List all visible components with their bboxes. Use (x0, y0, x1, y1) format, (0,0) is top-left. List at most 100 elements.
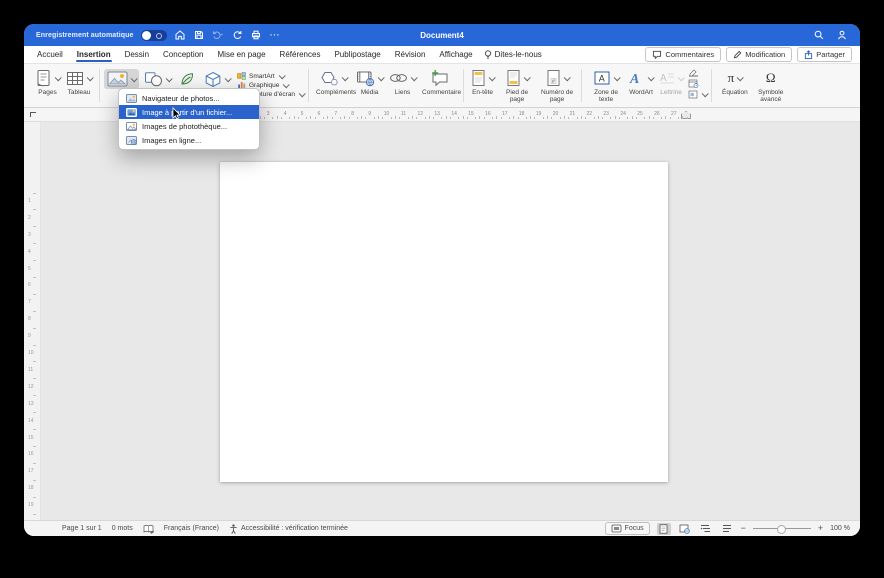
menu-item-picture-from-file[interactable]: Image à partir d'un fichier... (119, 105, 259, 120)
pictures-icon (107, 71, 128, 87)
tab-dessin[interactable]: Dessin (118, 46, 156, 63)
tab-mise-en-page[interactable]: Mise en page (211, 46, 273, 63)
chevron-down-icon (488, 73, 496, 81)
header-button[interactable]: En-tête (468, 66, 497, 107)
signature-line-icon (689, 69, 699, 77)
photo-browser-icon (126, 93, 137, 103)
tab-publipostage[interactable]: Publipostage (327, 46, 387, 63)
more-commands-icon[interactable]: ⋯ (269, 29, 281, 41)
online-pictures-icon (126, 135, 137, 145)
ruler-number: 18 (28, 485, 34, 492)
smartart-button[interactable]: SmartArt (237, 71, 304, 80)
proofing-status-icon[interactable] (143, 524, 154, 534)
pictures-dropdown-menu: Navigateur de photos... Image à partir d… (118, 88, 260, 150)
autosave-toggle[interactable] (140, 29, 167, 41)
stock-images-icon (126, 121, 137, 131)
menu-item-stock-images[interactable]: Images de photothèque... (119, 119, 259, 133)
advanced-symbol-label: Symbole avancé (758, 89, 784, 104)
smartart-icon (237, 72, 246, 80)
wordart-label: WordArt (629, 89, 653, 96)
draft-view-button[interactable] (720, 523, 734, 535)
word-count[interactable]: 0 mots (112, 525, 133, 532)
media-button[interactable]: Média (353, 66, 386, 107)
signature-line-button[interactable] (688, 69, 707, 77)
ruler-number: 1 (28, 197, 31, 204)
links-button[interactable]: Liens (386, 66, 419, 107)
wordart-button[interactable]: A WordArt (626, 66, 656, 107)
zoom-out-button[interactable]: − (741, 524, 746, 533)
print-icon[interactable] (250, 29, 262, 41)
ruler-number: 16 (485, 111, 491, 117)
zoom-slider-knob[interactable] (776, 525, 786, 534)
pictures-button[interactable] (104, 69, 139, 89)
svg-text:A: A (629, 72, 639, 86)
home-icon[interactable] (174, 29, 186, 41)
tell-me-button[interactable]: Dites-le-nous (484, 49, 542, 60)
ruler-number: 16 (28, 451, 34, 458)
accessibility-status-label: Accessibilité : vérification terminée (240, 525, 348, 532)
advanced-symbol-button[interactable]: Ω Symbole avancé (751, 66, 791, 107)
page-count[interactable]: Page 1 sur 1 (62, 525, 102, 532)
addins-button[interactable]: Compléments (313, 66, 356, 107)
new-comment-icon (431, 70, 448, 87)
focus-button[interactable]: Focus (604, 522, 650, 535)
chevron-down-icon (130, 74, 138, 82)
equation-label: Équation (722, 89, 748, 96)
tab-references[interactable]: Références (273, 46, 328, 63)
chevron-down-icon (283, 80, 291, 88)
pencil-icon (733, 50, 742, 59)
ruler-number: 23 (603, 111, 609, 117)
menu-item-photo-browser[interactable]: Navigateur de photos... (119, 91, 259, 105)
pages-button[interactable]: Pages (32, 66, 63, 107)
table-icon (67, 71, 83, 85)
zoom-level[interactable]: 100 % (830, 525, 850, 532)
web-layout-view-button[interactable] (678, 523, 692, 535)
tab-revision[interactable]: Révision (388, 46, 433, 63)
3d-models-button[interactable] (201, 69, 233, 90)
outline-view-button[interactable] (699, 523, 713, 535)
redo-icon[interactable] (231, 29, 243, 41)
ruler-number: 15 (468, 111, 474, 117)
page-number-button[interactable]: # Numéro de page (537, 66, 577, 107)
date-time-button[interactable] (688, 79, 707, 88)
chevron-down-icon (410, 73, 418, 81)
icons-button[interactable] (176, 69, 199, 89)
screenshot-root: Enregistrement automatique ⋯ Document4 A… (0, 0, 884, 578)
vertical-ruler[interactable]: 1 2 3 4 5 6 7 8 9 10 11 12 13 14 15 16 17 18 19 (24, 122, 41, 520)
zoom-slider[interactable] (752, 524, 811, 534)
toggle-off-indicator (155, 32, 162, 39)
print-layout-icon (659, 523, 668, 534)
ruler-number: 22 (586, 111, 593, 117)
tab-conception[interactable]: Conception (156, 46, 210, 63)
print-layout-view-button[interactable] (656, 522, 671, 535)
document-page[interactable] (220, 162, 668, 482)
save-icon[interactable] (193, 29, 205, 41)
ruler-number: 9 (368, 111, 371, 117)
object-button[interactable] (688, 90, 709, 99)
comments-button[interactable]: Commentaires (645, 47, 722, 62)
new-comment-button[interactable]: Commentaire (419, 66, 462, 107)
mouse-cursor (172, 107, 181, 120)
tab-affichage[interactable]: Affichage (432, 46, 479, 63)
ruler-number: 19 (535, 111, 542, 117)
tab-stop-selector[interactable] (30, 112, 36, 117)
ruler-number: 13 (28, 400, 34, 407)
editing-mode-button[interactable]: Modification (726, 47, 793, 62)
chevron-down-icon (377, 73, 385, 81)
tab-insertion[interactable]: Insertion (70, 46, 118, 63)
menu-item-online-pictures[interactable]: Images en ligne... (119, 133, 259, 147)
accessibility-status[interactable]: Accessibilité : vérification terminée (229, 523, 348, 534)
table-button[interactable]: Tableau (63, 66, 95, 107)
text-box-button[interactable]: A Zone de texte (586, 66, 626, 107)
search-icon[interactable] (813, 29, 825, 41)
language-status[interactable]: Français (France) (164, 525, 219, 532)
new-comment-label: Commentaire (422, 89, 462, 96)
share-button[interactable]: Partager (797, 47, 852, 62)
equation-button[interactable]: π Équation (716, 66, 751, 107)
account-icon[interactable] (836, 29, 848, 41)
zoom-in-button[interactable]: + (818, 524, 823, 533)
ruler-number: 6 (317, 111, 321, 117)
shapes-button[interactable] (141, 69, 174, 89)
tab-accueil[interactable]: Accueil (30, 46, 70, 63)
footer-button[interactable]: Pied de page (497, 66, 537, 107)
